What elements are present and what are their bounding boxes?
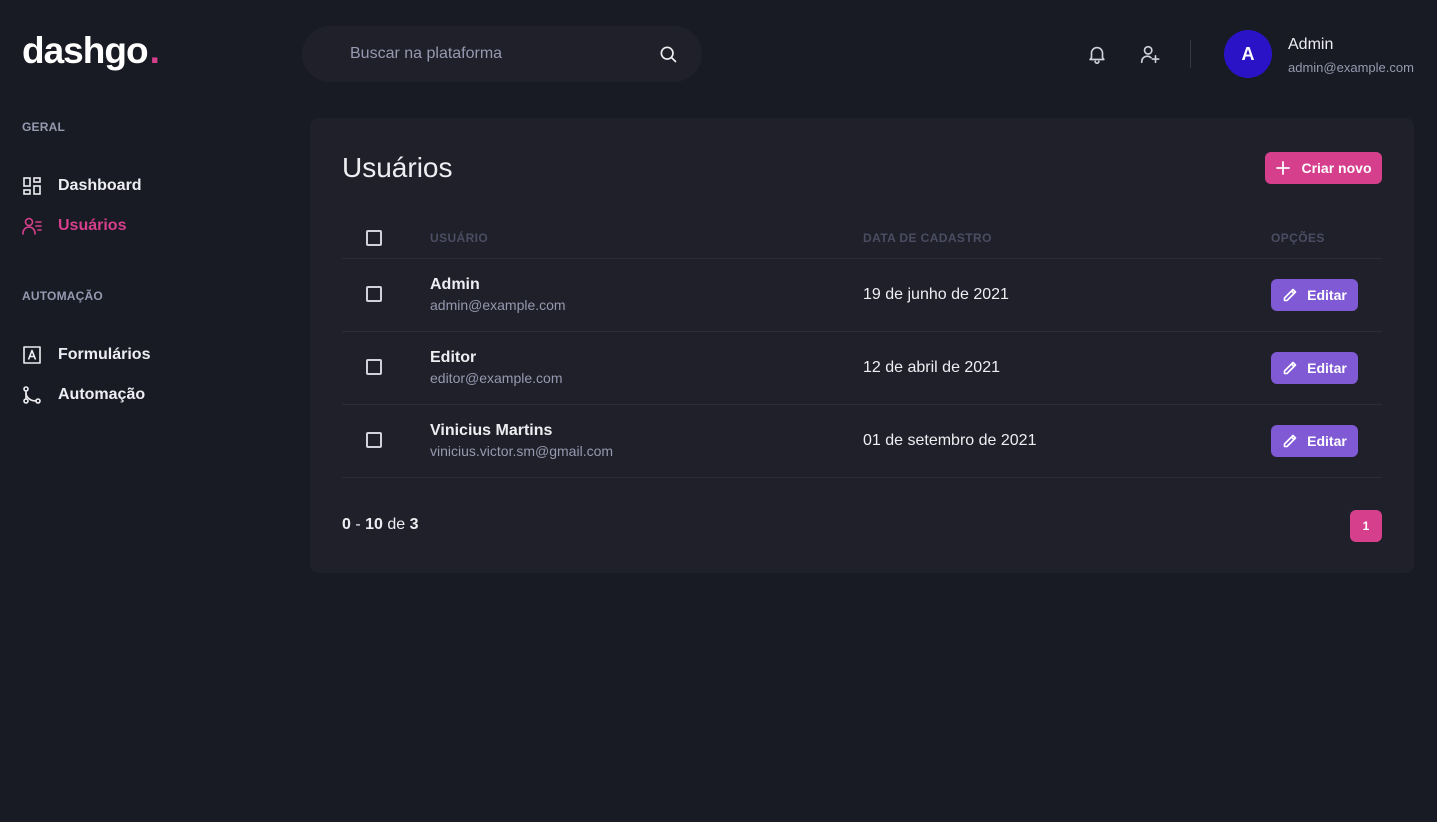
notification-bell-icon[interactable] bbox=[1086, 43, 1108, 65]
row-checkbox[interactable] bbox=[366, 359, 382, 375]
header-divider bbox=[1190, 40, 1191, 68]
select-all-checkbox[interactable] bbox=[366, 230, 382, 246]
logo-dot: . bbox=[149, 30, 160, 71]
created-date: 19 de junho de 2021 bbox=[863, 286, 1009, 303]
sidebar-item-label: Automação bbox=[58, 386, 146, 403]
user-email: vinicius.victor.sm@gmail.com bbox=[430, 443, 614, 459]
sidebar-section-title-geral: GERAL bbox=[22, 120, 65, 134]
pagination-of: de bbox=[387, 516, 406, 533]
table-row: Vinicius Martins vinicius.victor.sm@gmai… bbox=[342, 405, 1382, 478]
plus-icon bbox=[1276, 161, 1291, 175]
edit-button[interactable]: Editar bbox=[1271, 425, 1358, 457]
sidebar-item-dashboard[interactable]: Dashboard bbox=[22, 176, 282, 196]
profile-info[interactable]: Admin admin@example.com bbox=[1288, 36, 1414, 75]
user-name: Editor bbox=[430, 349, 477, 366]
sidebar-item-label: Formulários bbox=[58, 346, 151, 363]
pencil-icon bbox=[1283, 288, 1297, 302]
profile-name: Admin bbox=[1288, 36, 1334, 53]
logo[interactable]: dashgo. bbox=[22, 30, 160, 72]
user-name: Admin bbox=[430, 276, 480, 293]
user-email: editor@example.com bbox=[430, 370, 563, 386]
edit-label: Editar bbox=[1307, 287, 1347, 303]
create-new-label: Criar novo bbox=[1301, 160, 1372, 176]
row-checkbox[interactable] bbox=[366, 286, 382, 302]
profile-email: admin@example.com bbox=[1288, 60, 1414, 75]
pagination-start: 0 bbox=[342, 516, 351, 533]
pencil-icon bbox=[1283, 434, 1297, 448]
user-email: admin@example.com bbox=[430, 297, 566, 313]
pagination-total: 3 bbox=[409, 516, 419, 533]
automation-icon bbox=[23, 386, 41, 404]
user-cell: Editor editor@example.com bbox=[430, 349, 563, 386]
create-new-button[interactable]: Criar novo bbox=[1265, 152, 1382, 184]
page-button-current[interactable]: 1 bbox=[1350, 510, 1382, 542]
sidebar-item-formularios[interactable]: Formulários bbox=[22, 345, 282, 365]
search-input[interactable] bbox=[350, 45, 658, 63]
users-panel: Usuários Criar novo USUÁRIO DATA DE CADA… bbox=[310, 118, 1414, 573]
sidebar-item-automacao[interactable]: Automação bbox=[22, 385, 282, 405]
pagination-info: 0 - 10 de 3 bbox=[342, 516, 419, 534]
row-checkbox[interactable] bbox=[366, 432, 382, 448]
user-cell: Admin admin@example.com bbox=[430, 276, 566, 313]
column-header-date: DATA DE CADASTRO bbox=[863, 231, 992, 245]
forms-icon bbox=[23, 346, 41, 364]
users-icon bbox=[22, 217, 42, 235]
page-title: Usuários bbox=[342, 152, 453, 183]
users-table: USUÁRIO DATA DE CADASTRO OPÇÕES Admin ad… bbox=[342, 218, 1382, 478]
edit-button[interactable]: Editar bbox=[1271, 352, 1358, 384]
edit-button[interactable]: Editar bbox=[1271, 279, 1358, 311]
edit-label: Editar bbox=[1307, 360, 1347, 376]
created-date: 01 de setembro de 2021 bbox=[863, 432, 1037, 449]
table-header: USUÁRIO DATA DE CADASTRO OPÇÕES bbox=[342, 218, 1382, 259]
search-bar[interactable] bbox=[302, 26, 702, 82]
add-user-icon[interactable] bbox=[1139, 43, 1161, 65]
header: dashgo. Admin admin@example.com A bbox=[0, 0, 1437, 108]
avatar[interactable]: A bbox=[1224, 30, 1272, 78]
pagination-end: 10 bbox=[365, 516, 383, 533]
dashboard-icon bbox=[23, 177, 41, 195]
created-date: 12 de abril de 2021 bbox=[863, 359, 1000, 376]
table-row: Editor editor@example.com 12 de abril de… bbox=[342, 332, 1382, 405]
sidebar-item-label: Usuários bbox=[58, 217, 127, 234]
sidebar-item-usuarios[interactable]: Usuários bbox=[22, 216, 282, 236]
table-row: Admin admin@example.com 19 de junho de 2… bbox=[342, 259, 1382, 332]
edit-label: Editar bbox=[1307, 433, 1347, 449]
sidebar: GERAL Dashboard Usuários AUTOMAÇÃO Formu… bbox=[22, 120, 282, 405]
column-header-user: USUÁRIO bbox=[430, 231, 489, 245]
user-name: Vinicius Martins bbox=[430, 422, 553, 439]
pagination-separator: - bbox=[355, 516, 361, 533]
sidebar-section-title-automacao: AUTOMAÇÃO bbox=[22, 289, 103, 303]
user-cell: Vinicius Martins vinicius.victor.sm@gmai… bbox=[430, 422, 613, 459]
pencil-icon bbox=[1283, 361, 1297, 375]
column-header-options: OPÇÕES bbox=[1271, 231, 1325, 245]
sidebar-item-label: Dashboard bbox=[58, 177, 142, 194]
search-icon[interactable] bbox=[658, 44, 678, 64]
